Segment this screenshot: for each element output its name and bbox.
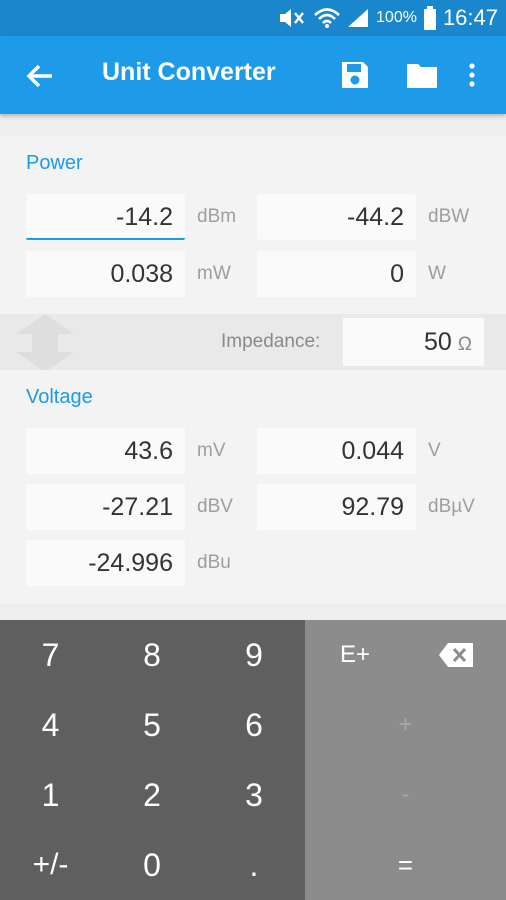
dbv-unit: dBV bbox=[197, 496, 233, 517]
dbm-unit: dBm bbox=[197, 206, 237, 227]
mv-input[interactable]: 43.6 bbox=[26, 428, 185, 474]
key-3[interactable]: 3 bbox=[203, 760, 305, 830]
swap-arrows-icon[interactable] bbox=[14, 314, 76, 372]
voltage-title: Voltage bbox=[26, 386, 93, 408]
mw-unit: mW bbox=[197, 263, 231, 284]
ohm-unit: Ω bbox=[457, 334, 472, 355]
dbw-unit: dBW bbox=[428, 206, 470, 227]
signal-icon bbox=[348, 9, 369, 27]
key-dot[interactable]: . bbox=[203, 830, 305, 900]
impedance-input[interactable]: 50 Ω bbox=[343, 318, 484, 366]
v-unit: V bbox=[428, 440, 441, 461]
dbw-input[interactable]: -44.2 bbox=[257, 194, 416, 240]
key-5[interactable]: 5 bbox=[101, 690, 203, 760]
dbu-unit: dBu bbox=[197, 552, 231, 573]
clock: 16:47 bbox=[442, 5, 498, 30]
dbm-input[interactable]: -14.2 bbox=[26, 194, 185, 240]
keypad: 7 8 9 4 5 6 1 2 3 +/- 0 . E+ + - = bbox=[0, 620, 506, 900]
battery-icon bbox=[423, 6, 436, 30]
backspace-icon bbox=[438, 643, 473, 667]
key-equals[interactable]: = bbox=[305, 830, 506, 900]
app-bar: Unit Converter bbox=[0, 36, 506, 114]
dbuv-input[interactable]: 92.79 bbox=[257, 484, 416, 530]
number-keys: 7 8 9 4 5 6 1 2 3 +/- 0 . bbox=[0, 620, 305, 900]
more-options-icon[interactable] bbox=[464, 60, 480, 90]
w-input[interactable]: 0 bbox=[257, 251, 416, 297]
status-bar: 100% 16:47 bbox=[0, 0, 506, 36]
key-7[interactable]: 7 bbox=[0, 620, 101, 690]
mw-input[interactable]: 0.038 bbox=[26, 251, 185, 297]
voltage-section: Voltage 43.6 mV 0.044 V -27.21 dBV 92.79… bbox=[0, 370, 506, 604]
key-plus[interactable]: + bbox=[305, 690, 506, 760]
battery-percent: 100% bbox=[376, 9, 417, 26]
dbv-input[interactable]: -27.21 bbox=[26, 484, 185, 530]
key-1[interactable]: 1 bbox=[0, 760, 101, 830]
backspace-button[interactable] bbox=[405, 620, 506, 690]
key-9[interactable]: 9 bbox=[203, 620, 305, 690]
power-title: Power bbox=[26, 152, 83, 174]
mv-unit: mV bbox=[197, 440, 226, 461]
key-8[interactable]: 8 bbox=[101, 620, 203, 690]
key-4[interactable]: 4 bbox=[0, 690, 101, 760]
page-title: Unit Converter bbox=[102, 58, 276, 86]
wifi-icon bbox=[314, 8, 340, 28]
back-arrow-icon[interactable] bbox=[24, 60, 56, 92]
power-section: Power -14.2 dBm -44.2 dBW 0.038 mW 0 W bbox=[0, 136, 506, 314]
key-2[interactable]: 2 bbox=[101, 760, 203, 830]
impedance-label: Impedance: bbox=[221, 331, 321, 352]
key-6[interactable]: 6 bbox=[203, 690, 305, 760]
folder-icon[interactable] bbox=[406, 60, 438, 90]
operator-keys: E+ + - = bbox=[305, 620, 506, 900]
mute-icon bbox=[280, 9, 304, 27]
dbu-input[interactable]: -24.996 bbox=[26, 540, 185, 586]
dbuv-unit: dBµV bbox=[428, 496, 475, 517]
key-e-plus[interactable]: E+ bbox=[305, 620, 405, 690]
impedance-value: 50 bbox=[423, 328, 452, 356]
key-sign[interactable]: +/- bbox=[0, 830, 101, 900]
save-icon[interactable] bbox=[340, 60, 370, 90]
w-unit: W bbox=[428, 263, 446, 284]
key-0[interactable]: 0 bbox=[101, 830, 203, 900]
key-minus[interactable]: - bbox=[305, 760, 506, 830]
v-input[interactable]: 0.044 bbox=[257, 428, 416, 474]
